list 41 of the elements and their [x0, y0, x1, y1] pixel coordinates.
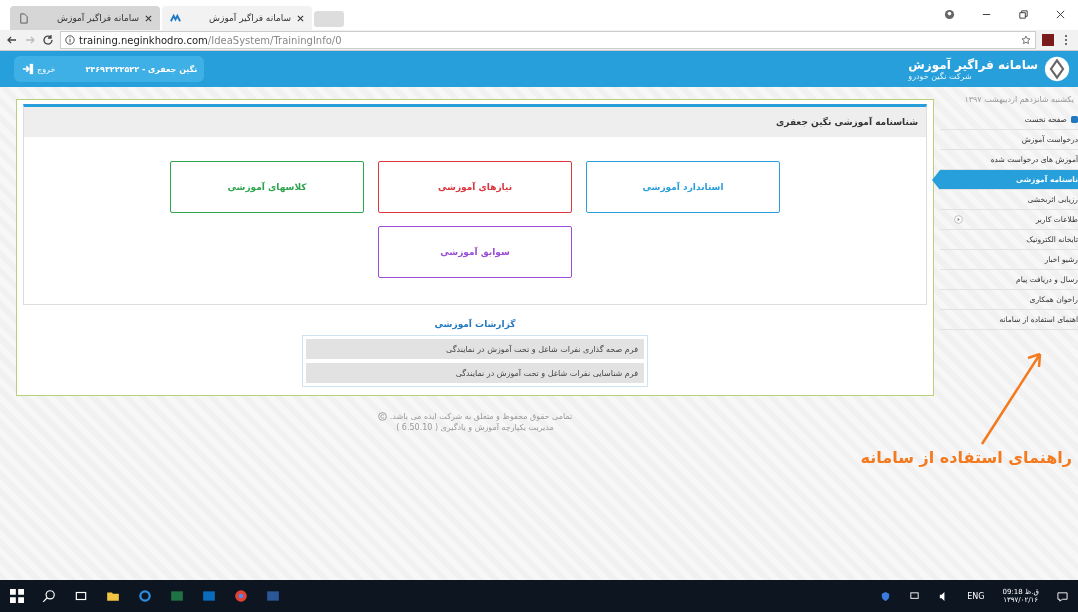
browser-icon[interactable] [138, 589, 152, 603]
windows-icon[interactable] [10, 589, 24, 603]
close-icon[interactable] [297, 14, 304, 22]
info-icon[interactable] [65, 35, 75, 45]
mail-icon[interactable] [202, 589, 216, 603]
language-indicator[interactable]: ENG [967, 591, 985, 601]
user-name: نگین جعفری - ۲۴۶۹۳۲۲۲۵۲۲ [85, 64, 198, 74]
close-icon[interactable] [145, 14, 152, 22]
logo-icon [170, 12, 181, 24]
home-icon [1071, 116, 1078, 123]
category-tile[interactable]: سوابق آموزشی [378, 226, 572, 278]
copyright-icon [377, 412, 387, 421]
task-view-icon[interactable] [74, 589, 88, 603]
annotation-text: راهنمای استفاده از سامانه [860, 448, 1072, 467]
shield-icon[interactable] [880, 590, 892, 602]
spreadsheet-icon[interactable] [170, 589, 184, 603]
profile-icon[interactable] [944, 9, 955, 20]
report-link[interactable]: فرم شناسایی نفرات شاغل و تحت آموزش در نمایندگی [306, 363, 644, 383]
version-text: مدیریت یکپارچه آموزش و یادگیری ( 6.50.10 ) [396, 423, 554, 432]
back-icon[interactable] [6, 34, 18, 46]
expand-icon [954, 215, 963, 224]
page-icon [18, 12, 29, 24]
date-text: یکشنبه شانزدهم اردیبهشت ۱۳۹۷ [963, 94, 1075, 106]
logo-icon [1044, 56, 1070, 82]
close-icon[interactable] [1055, 9, 1066, 20]
reload-icon[interactable] [42, 34, 54, 46]
search-icon[interactable] [42, 589, 56, 603]
copyright-text: تمامی حقوق محفوظ و متعلق به شرکت ایده می باشد. [389, 412, 573, 421]
browser-tab[interactable]: سامانه فراگیر آموزش [10, 6, 160, 30]
bookmark-star-icon[interactable] [1021, 35, 1031, 45]
panel-title: شناسنامه آموزشی نگین جعفری [24, 107, 926, 137]
reports-title: گزارشات آموزشی [434, 319, 516, 329]
browser-tab[interactable]: سامانه فراگیر آموزش [162, 6, 312, 30]
restore-icon[interactable] [1018, 9, 1029, 20]
notification-icon[interactable] [1057, 590, 1068, 602]
report-link[interactable]: فرم صحه گذاری نفرات شاغل و تحت آموزش در نمایندگی [306, 339, 644, 359]
network-icon[interactable] [909, 590, 921, 602]
document-icon[interactable] [266, 589, 280, 603]
category-tile[interactable]: نیازهای آموزشی [378, 161, 572, 213]
address-field[interactable]: training.neginkhodro.com/IdeaSystem/TrainingInfo/0 [60, 31, 1036, 49]
site-title: سامانه فراگیر آموزش [908, 57, 1038, 72]
